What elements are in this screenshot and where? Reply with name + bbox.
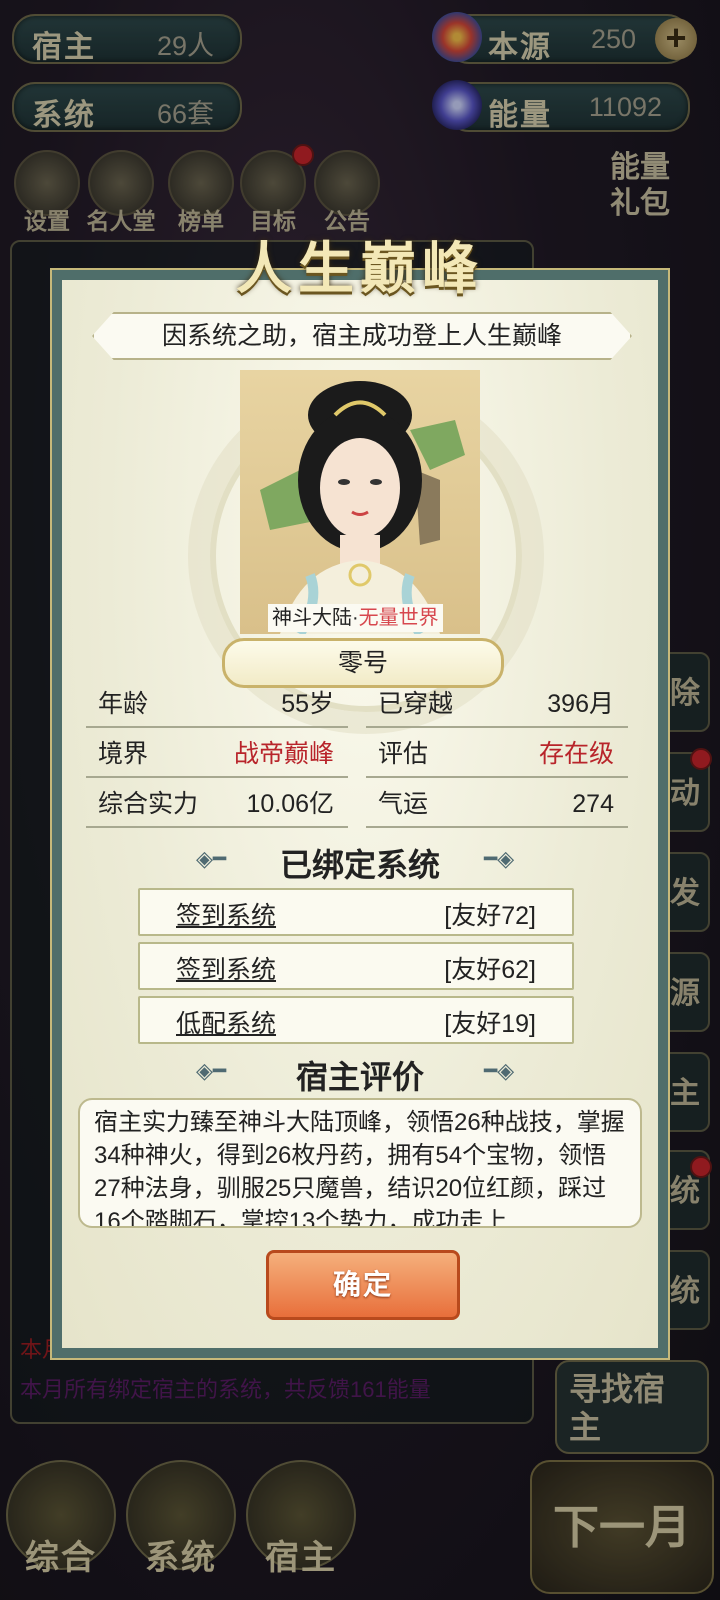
host-name-plate: 零号 xyxy=(222,638,504,688)
attr-rating-label: 评估 xyxy=(378,740,429,768)
host-portrait xyxy=(240,370,480,634)
attr-luck-label: 气运 xyxy=(378,790,429,818)
attr-traveled-label: 已穿越 xyxy=(378,690,454,718)
dialog-banner: 因系统之助，宿主成功登上人生巅峰 xyxy=(92,312,632,360)
bound-system-row[interactable]: 低配系统 [友好19] xyxy=(138,996,574,1044)
diamond-ornament-icon: ━◈ xyxy=(484,1058,515,1083)
attr-age-value: 55岁 xyxy=(281,690,334,718)
world-tier: 无量世界 xyxy=(358,607,439,629)
attr-realm: 境界 战帝巅峰 xyxy=(86,732,348,778)
host-evaluation-text[interactable]: 宿主实力臻至神斗大陆顶峰，领悟26种战技，掌握34种神火，得到26枚丹药，拥有5… xyxy=(78,1098,642,1228)
dialog-title: 人生巅峰 xyxy=(236,236,484,302)
attr-power-value: 10.06亿 xyxy=(246,790,334,818)
attr-luck: 气运 274 xyxy=(366,782,628,828)
system-name-link[interactable]: 签到系统 xyxy=(176,896,276,932)
attr-realm-value: 战帝巅峰 xyxy=(233,740,334,768)
world-name: 神斗大陆· xyxy=(272,607,359,629)
attr-rating-value: 存在级 xyxy=(538,740,614,768)
system-friendship: [友好72] xyxy=(444,902,536,930)
diamond-ornament-icon: ━◈ xyxy=(484,846,515,871)
attr-traveled-value: 396月 xyxy=(547,690,614,718)
attr-rating: 评估 存在级 xyxy=(366,732,628,778)
attr-power: 综合实力 10.06亿 xyxy=(86,782,348,828)
attr-realm-label: 境界 xyxy=(98,740,149,768)
world-label: 神斗大陆·无量世界 xyxy=(268,604,443,632)
system-name-link[interactable]: 签到系统 xyxy=(176,950,276,986)
confirm-button[interactable]: 确定 xyxy=(266,1250,460,1320)
attr-traveled: 已穿越 396月 xyxy=(366,682,628,728)
attr-luck-value: 274 xyxy=(572,790,614,818)
system-name-link[interactable]: 低配系统 xyxy=(176,1004,276,1040)
bound-system-row[interactable]: 签到系统 [友好62] xyxy=(138,942,574,990)
attr-power-label: 综合实力 xyxy=(98,790,199,818)
attr-age-label: 年龄 xyxy=(98,690,149,718)
portrait-illustration-icon xyxy=(260,381,465,634)
system-friendship: [友好62] xyxy=(444,956,536,984)
attr-age: 年龄 55岁 xyxy=(86,682,348,728)
system-friendship: [友好19] xyxy=(444,1010,536,1038)
bound-system-row[interactable]: 签到系统 [友好72] xyxy=(138,888,574,936)
